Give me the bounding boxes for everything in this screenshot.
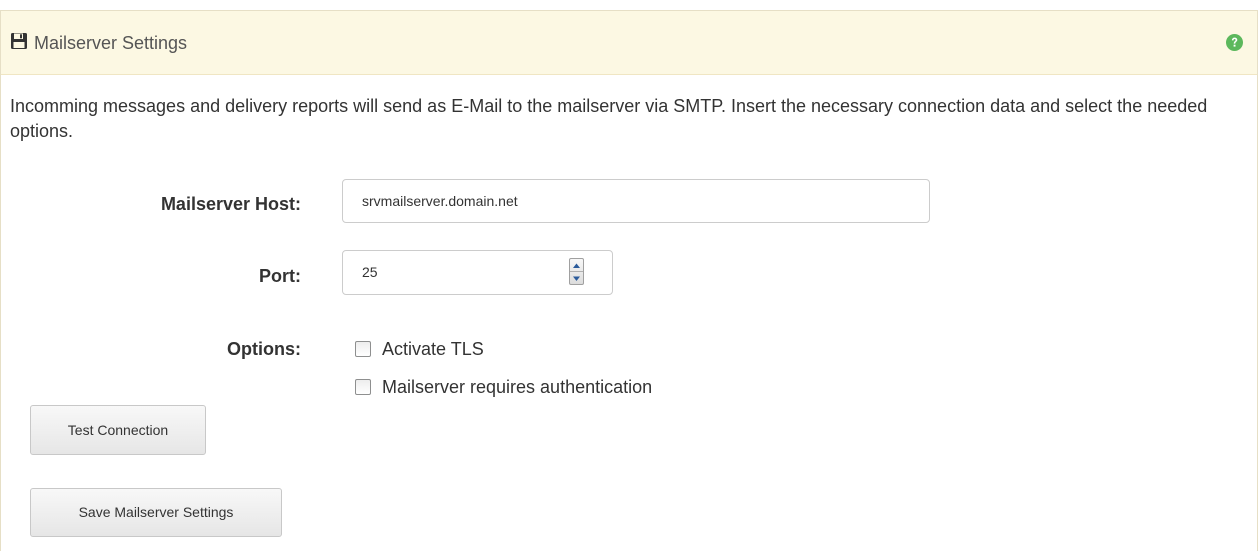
panel-title: Mailserver Settings (34, 33, 188, 53)
mailserver-host-input[interactable]: srvmailserver.domain.net (342, 179, 930, 223)
mailserver-settings-panel: Mailserver Settings Incomming messages a… (0, 10, 1258, 551)
port-spinner[interactable] (569, 258, 584, 285)
activate-tls-checkbox[interactable] (355, 341, 371, 357)
options-label: Options: (227, 339, 301, 359)
host-label: Mailserver Host: (160, 194, 301, 214)
activate-tls-label[interactable]: Activate TLS (382, 336, 484, 362)
spinner-up-icon[interactable] (570, 259, 583, 272)
floppy-disk-icon (11, 33, 27, 49)
save-mailserver-settings-button[interactable]: Save Mailserver Settings (30, 488, 282, 537)
panel-heading: Mailserver Settings (1, 11, 1257, 75)
requires-auth-label[interactable]: Mailserver requires authentication (382, 374, 652, 400)
test-connection-button[interactable]: Test Connection (30, 405, 206, 455)
question-circle-icon[interactable] (1226, 34, 1243, 51)
port-label: Port: (259, 266, 301, 286)
requires-auth-checkbox[interactable] (355, 379, 371, 395)
description-text: Incomming messages and delivery reports … (10, 96, 1208, 141)
spinner-down-icon[interactable] (570, 272, 583, 284)
